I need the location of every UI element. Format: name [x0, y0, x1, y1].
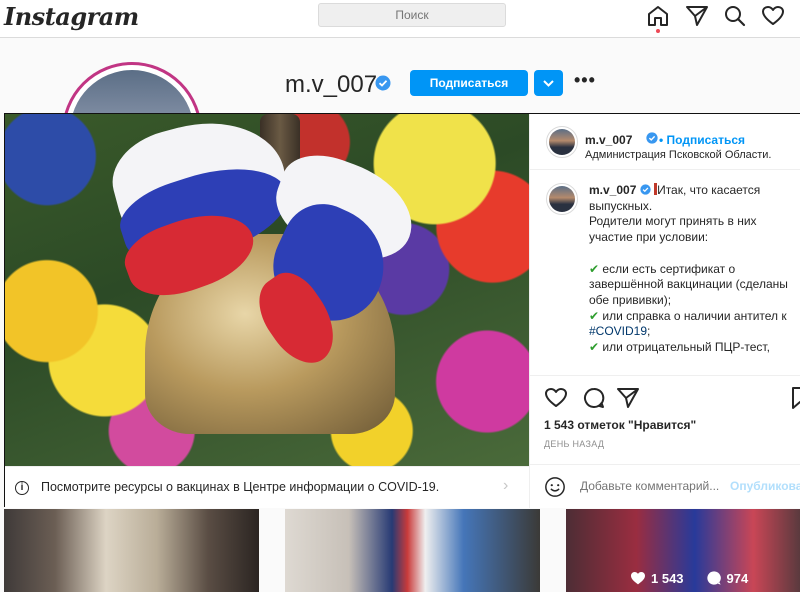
post-image[interactable] [5, 114, 529, 466]
caption-line: или справка о наличии антител к [602, 308, 787, 323]
like-heart-icon[interactable] [544, 386, 568, 410]
follow-label: Подписаться [666, 133, 746, 147]
caption-author-avatar[interactable] [546, 183, 578, 215]
verified-badge-icon [646, 132, 658, 144]
home-icon[interactable] [646, 4, 670, 28]
check-mark-icon: ✔ [589, 308, 600, 323]
check-mark-icon: ✔ [589, 261, 600, 276]
comment-filled-icon [706, 571, 721, 585]
caption-punctuation: ; [647, 324, 651, 339]
search-input[interactable] [318, 3, 506, 27]
caption-line: или отрицательный ПЦР-тест, [602, 340, 770, 355]
comment-input[interactable] [580, 479, 730, 493]
author-avatar[interactable] [546, 126, 578, 158]
publish-button[interactable]: Опубликовать [730, 479, 800, 493]
post-timestamp[interactable]: ДЕНЬ НАЗАД [544, 439, 604, 449]
thumbnail-comments: 974 [706, 570, 748, 586]
thumbnail-likes: 1 543 [630, 571, 684, 586]
comment-icon[interactable] [582, 386, 606, 410]
suggested-dropdown-button[interactable] [534, 70, 563, 96]
verified-badge-icon [640, 184, 651, 195]
verified-badge-icon [375, 75, 391, 91]
hashtag-link[interactable]: #COVID19 [589, 324, 647, 338]
chevron-right-icon: › [503, 477, 509, 494]
check-mark-icon: ✔ [589, 340, 600, 355]
save-bookmark-icon[interactable] [788, 386, 800, 410]
home-active-dot [656, 29, 660, 33]
instagram-logo[interactable]: Instagram [4, 2, 139, 31]
post-actions [530, 377, 800, 417]
emoji-icon[interactable] [544, 476, 566, 498]
caption-line: Родители могут принять в них участие при… [589, 214, 757, 245]
top-navigation-bar: Instagram [0, 0, 800, 38]
add-comment-row: Опубликовать [530, 464, 800, 508]
grid-post-thumbnail[interactable] [4, 509, 259, 592]
grid-post-thumbnail[interactable] [285, 509, 540, 592]
direct-icon[interactable] [685, 4, 709, 28]
caption-line: если есть сертификат о завершённой вакци… [589, 261, 788, 307]
chevron-down-icon [543, 80, 554, 87]
explore-icon[interactable] [723, 4, 747, 28]
profile-username: m.v_007 [285, 71, 378, 98]
header-follow-link[interactable]: • Подписаться [659, 133, 745, 147]
post-location[interactable]: Администрация Псковской Области. [585, 149, 771, 161]
heart-filled-icon [631, 571, 645, 585]
post-side-panel: m.v_007 • Подписаться Администрация Пско… [529, 114, 800, 508]
post-caption: m.v_007 Итак, что касается выпускных. Ро… [530, 171, 800, 376]
likes-count[interactable]: 1 543 отметок "Нравится" [544, 418, 696, 432]
info-icon: i [15, 481, 29, 495]
covid-info-banner[interactable]: i Посмотрите ресурсы о вакцинах в Центре… [5, 466, 529, 508]
caption-username[interactable]: m.v_007 [589, 183, 636, 197]
covid-info-text: Посмотрите ресурсы о вакцинах в Центре и… [41, 480, 440, 494]
thumbnail-overlay-stats: 1 543 974 [630, 570, 748, 586]
share-icon[interactable] [616, 386, 640, 410]
author-username[interactable]: m.v_007 [585, 133, 632, 147]
activity-icon[interactable] [761, 4, 785, 28]
post-modal: i Посмотрите ресурсы о вакцинах в Центре… [4, 113, 800, 508]
post-header: m.v_007 • Подписаться Администрация Пско… [530, 114, 800, 170]
more-options-button[interactable]: ••• [574, 70, 596, 91]
subscribe-button[interactable]: Подписаться [410, 70, 528, 96]
separator-dot: • [659, 133, 664, 147]
caption-text: m.v_007 Итак, что касается выпускных. Ро… [589, 183, 789, 356]
